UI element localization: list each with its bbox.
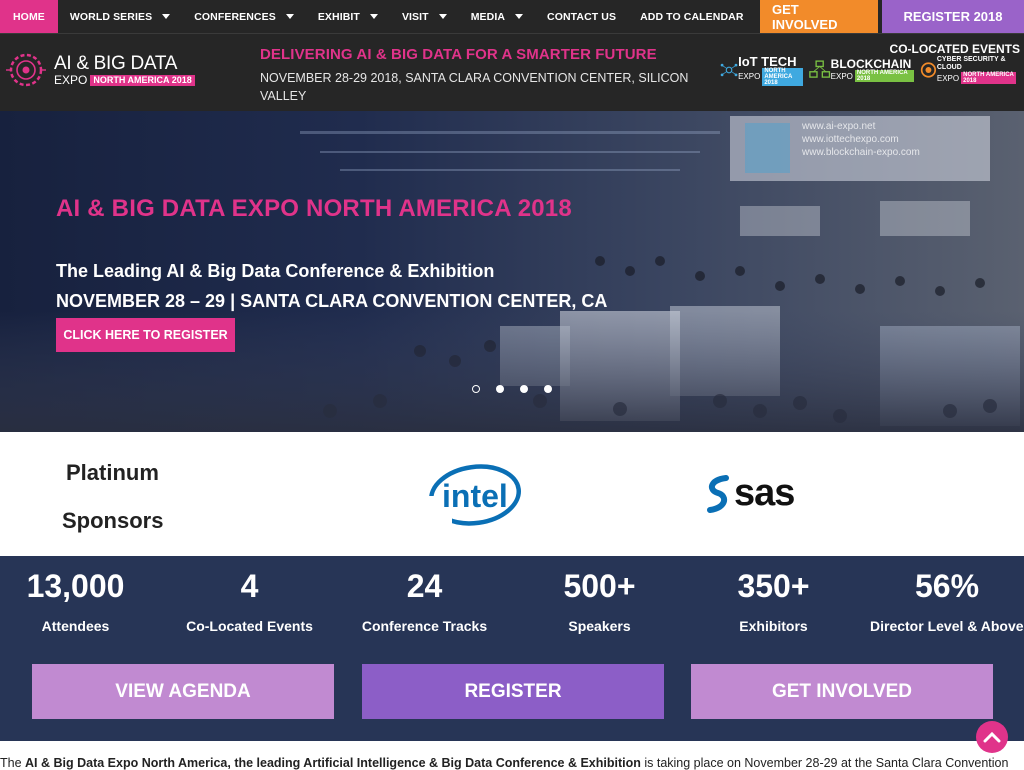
caret-down-icon bbox=[515, 14, 524, 19]
intel-logo[interactable]: intel bbox=[428, 462, 524, 526]
carousel-dot[interactable] bbox=[544, 385, 552, 393]
co-logo-sub-row: EXPO NORTH AMERICA 2018 bbox=[937, 72, 1016, 84]
stat-director-level: 56% Director Level & Above bbox=[849, 568, 1024, 634]
nav-visit[interactable]: VISIT bbox=[390, 0, 459, 33]
nav-add-to-calendar[interactable]: ADD TO CALENDAR bbox=[628, 0, 755, 33]
sas-swirl-icon bbox=[707, 474, 729, 513]
stat-label: Attendees bbox=[41, 618, 110, 634]
stats-band: 13,000 Attendees 4 Co-Located Events 24 … bbox=[0, 556, 1024, 741]
co-located-title: CO-LOCATED EVENTS bbox=[889, 42, 1020, 56]
carousel-dot[interactable] bbox=[520, 385, 528, 393]
nav-label: WORLD SERIES bbox=[69, 10, 153, 23]
caret-down-icon bbox=[369, 14, 378, 19]
co-logo-name: CYBER SECURITY & CLOUD bbox=[936, 56, 1006, 71]
event-info: NOVEMBER 28-29 2018, SANTA CLARA CONVENT… bbox=[260, 71, 689, 103]
stat-speakers: 500+ Speakers bbox=[512, 568, 687, 634]
stat-co-located: 4 Co-Located Events bbox=[162, 568, 337, 634]
co-logo-sub: NORTH AMERICA 2018 bbox=[961, 72, 1016, 84]
sas-wordmark: sas bbox=[734, 472, 795, 514]
caret-down-icon bbox=[438, 14, 447, 19]
logo-title: AI & BIG DATA bbox=[54, 53, 178, 74]
nav-conferences[interactable]: CONFERENCES bbox=[182, 0, 306, 33]
chevron-up-icon bbox=[983, 731, 1001, 743]
co-logo-expo: EXPO bbox=[830, 71, 853, 81]
nav-label: CONFERENCES bbox=[194, 10, 276, 23]
carousel-dot[interactable] bbox=[472, 385, 480, 393]
hero-title: AI & BIG DATA EXPO NORTH AMERICA 2018 bbox=[56, 195, 572, 222]
get-involved-big-button[interactable]: GET INVOLVED bbox=[691, 664, 993, 719]
co-logo-name: IoT TECH bbox=[738, 53, 797, 69]
tagline-title: DELIVERING AI & BIG DATA FOR A SMARTER F… bbox=[260, 46, 657, 63]
co-logo-expo: EXPO bbox=[738, 72, 761, 81]
svg-text:intel: intel bbox=[442, 478, 508, 514]
co-logo-sub-row: EXPO NORTH AMERICA 2018 bbox=[738, 67, 804, 86]
nav-world-series[interactable]: WORLD SERIES bbox=[58, 0, 182, 33]
nav-label: VISIT bbox=[401, 10, 429, 23]
stat-label: Co-Located Events bbox=[186, 618, 313, 634]
stat-label: Speakers bbox=[568, 618, 631, 634]
top-nav: HOME WORLD SERIES CONFERENCES EXHIBIT VI… bbox=[0, 0, 1024, 33]
cyber-security-cloud-expo-logo[interactable]: CYBER SECURITY & CLOUD EXPO NORTH AMERICA… bbox=[920, 56, 1016, 84]
svg-text:www.ai-expo.net: www.ai-expo.net bbox=[801, 121, 876, 132]
logo-expo: EXPO bbox=[54, 73, 88, 87]
svg-text:www.iottechexpo.com: www.iottechexpo.com bbox=[801, 134, 899, 145]
nav-label: MEDIA bbox=[470, 10, 506, 23]
nav-home[interactable]: HOME bbox=[0, 0, 58, 33]
co-logo-sub: NORTH AMERICA 2018 bbox=[854, 70, 914, 82]
caret-down-icon bbox=[285, 14, 294, 19]
sas-logo[interactable]: sas bbox=[704, 472, 795, 515]
stat-value: 13,000 bbox=[26, 568, 125, 604]
stat-value: 4 bbox=[240, 568, 259, 604]
co-located-logos: IoT TECH EXPO NORTH AMERICA 2018 BLOCKCHA… bbox=[720, 55, 1022, 86]
stat-value: 500+ bbox=[563, 568, 636, 604]
stat-exhibitors: 350+ Exhibitors bbox=[686, 568, 861, 634]
blockchain-icon bbox=[809, 60, 831, 78]
cloud-shield-icon bbox=[920, 62, 937, 78]
logo-text: AI & BIG DATA EXPO NORTH AMERICA 2018 bbox=[54, 54, 195, 86]
stat-label: Exhibitors bbox=[739, 618, 808, 634]
carousel-dot[interactable] bbox=[496, 385, 504, 393]
get-involved-button[interactable]: GET INVOLVED bbox=[760, 0, 878, 33]
stat-value: 24 bbox=[406, 568, 443, 604]
svg-text:www.blockchain-expo.com: www.blockchain-expo.com bbox=[801, 147, 920, 158]
sponsors-label-line1: Platinum bbox=[66, 460, 159, 485]
stat-label: Conference Tracks bbox=[361, 618, 488, 634]
register-2018-button[interactable]: REGISTER 2018 bbox=[882, 0, 1024, 33]
stat-label: Director Level & Above bbox=[870, 618, 1024, 634]
co-logo-name: BLOCKCHAIN bbox=[830, 57, 912, 71]
co-logo-sub: NORTH AMERICA 2018 bbox=[762, 67, 804, 86]
register-button[interactable]: REGISTER bbox=[362, 664, 664, 719]
logo-subtitle: EXPO NORTH AMERICA 2018 bbox=[54, 74, 195, 86]
logo-badge: NORTH AMERICA 2018 bbox=[90, 74, 195, 86]
caret-down-icon bbox=[162, 14, 171, 19]
nav-exhibit[interactable]: EXHIBIT bbox=[306, 0, 390, 33]
site-header: AI & BIG DATA EXPO NORTH AMERICA 2018 DE… bbox=[0, 33, 1024, 111]
nav-media[interactable]: MEDIA bbox=[459, 0, 535, 33]
hero-dates: NOVEMBER 28 – 29 | SANTA CLARA CONVENTIO… bbox=[56, 291, 608, 311]
network-icon bbox=[720, 63, 738, 77]
co-logo-expo: EXPO bbox=[936, 73, 960, 83]
iot-tech-expo-logo[interactable]: IoT TECH EXPO NORTH AMERICA 2018 bbox=[720, 53, 804, 86]
stat-tracks: 24 Conference Tracks bbox=[337, 568, 512, 634]
blockchain-expo-logo[interactable]: BLOCKCHAIN EXPO NORTH AMERICA 2018 bbox=[809, 58, 914, 82]
stat-value: 350+ bbox=[737, 568, 810, 604]
scroll-to-top-button[interactable] bbox=[976, 721, 1008, 753]
platinum-sponsors: Platinum Sponsors intel sas bbox=[0, 432, 1024, 556]
nav-contact[interactable]: CONTACT US bbox=[535, 0, 628, 33]
click-to-register-button[interactable]: CLICK HERE TO REGISTER bbox=[56, 318, 235, 352]
view-agenda-button[interactable]: VIEW AGENDA bbox=[32, 664, 334, 719]
stat-attendees: 13,000 Attendees bbox=[0, 568, 163, 634]
hero-subtitle: The Leading AI & Big Data Conference & E… bbox=[56, 261, 495, 281]
nav-label: EXHIBIT bbox=[317, 10, 360, 23]
carousel-dots bbox=[472, 385, 568, 393]
hero-banner: www.ai-expo.net www.iottechexpo.com www.… bbox=[0, 111, 1024, 432]
sponsors-label-line2: Sponsors bbox=[62, 508, 164, 533]
co-logo-sub-row: EXPO NORTH AMERICA 2018 bbox=[831, 70, 914, 82]
header-tagline: DELIVERING AI & BIG DATA FOR A SMARTER F… bbox=[260, 46, 710, 105]
site-logo[interactable]: AI & BIG DATA EXPO NORTH AMERICA 2018 bbox=[4, 50, 195, 90]
stat-value: 56% bbox=[915, 568, 980, 604]
brain-gear-icon bbox=[6, 53, 46, 87]
